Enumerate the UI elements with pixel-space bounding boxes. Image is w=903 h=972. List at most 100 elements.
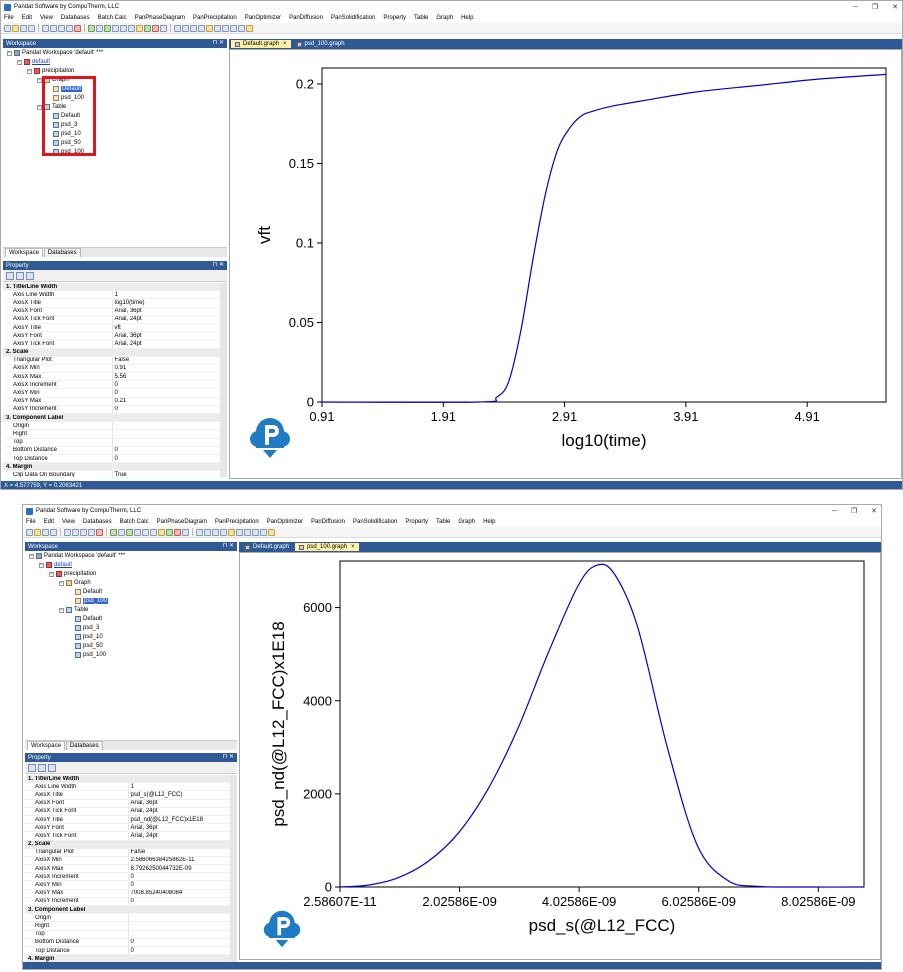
- property-pages-icon[interactable]: [48, 763, 56, 772]
- property-row[interactable]: AxisX Max 8.7926250044732E-09: [25, 865, 231, 874]
- menu-databases[interactable]: Databases: [61, 15, 90, 21]
- property-category[interactable]: 1. Title/Line Width: [3, 283, 220, 292]
- menu-pandiffusion[interactable]: PanDiffusion: [289, 15, 323, 21]
- text-icon[interactable]: [238, 24, 245, 32]
- pin-close-icon[interactable]: ⊓ ✕: [213, 261, 224, 268]
- save-icon[interactable]: [20, 24, 27, 32]
- tree-table-folder[interactable]: − Table: [59, 606, 88, 614]
- pointer-icon[interactable]: [214, 24, 221, 32]
- tool-icon[interactable]: [160, 24, 167, 32]
- property-row[interactable]: AxisY Font Arial, 36pt: [3, 332, 220, 341]
- pin-close-icon[interactable]: ⊓ ✕: [213, 39, 224, 46]
- pointer-icon[interactable]: [236, 528, 243, 536]
- highlight-icon[interactable]: [206, 24, 213, 32]
- property-value[interactable]: 8.7926250044732E-09: [127, 865, 231, 873]
- tree-table-psd100[interactable]: psd_100: [75, 651, 106, 659]
- property-value[interactable]: 2.58606638425862E-11: [127, 856, 231, 865]
- close-tab-icon[interactable]: ×: [351, 544, 355, 550]
- menu-file[interactable]: File: [26, 519, 36, 525]
- property-row[interactable]: Right: [3, 430, 220, 439]
- collapse-icon[interactable]: −: [39, 562, 44, 568]
- property-row[interactable]: AxisY Increment 0: [25, 897, 231, 906]
- legend-icon[interactable]: [190, 24, 197, 32]
- print-icon[interactable]: [42, 24, 49, 32]
- open-icon[interactable]: [34, 528, 41, 536]
- menu-panphasediagram[interactable]: PanPhaseDiagram: [157, 519, 207, 525]
- menu-panoptimizer[interactable]: PanOptimizer: [245, 15, 281, 21]
- pin-close-icon[interactable]: ⊓ ✕: [223, 542, 234, 549]
- collapse-icon[interactable]: −: [59, 607, 64, 613]
- property-row[interactable]: Axis Line Width 1: [3, 291, 220, 300]
- layout2-icon[interactable]: [150, 528, 157, 536]
- point-icon[interactable]: [166, 528, 173, 536]
- point-icon[interactable]: [144, 24, 151, 32]
- open-icon[interactable]: [12, 24, 19, 32]
- property-row[interactable]: AxisX Font Arial, 36pt: [3, 307, 221, 316]
- property-category[interactable]: 3. Component Label: [3, 414, 220, 423]
- highlight-icon[interactable]: [228, 528, 235, 536]
- tree-default[interactable]: − default: [39, 561, 72, 569]
- tab-databases[interactable]: Databases: [65, 741, 103, 750]
- paste-icon[interactable]: [66, 24, 73, 32]
- menu-table[interactable]: Table: [436, 519, 450, 525]
- new-icon[interactable]: [4, 24, 11, 32]
- property-value[interactable]: 0: [111, 381, 221, 389]
- close-tab-icon[interactable]: ×: [283, 41, 287, 47]
- paste-icon[interactable]: [88, 528, 95, 536]
- collapse-icon[interactable]: −: [17, 59, 22, 65]
- property-row[interactable]: AxisX Increment 0: [25, 873, 230, 882]
- menu-graph[interactable]: Graph: [436, 15, 453, 21]
- property-row[interactable]: Top: [3, 438, 220, 447]
- property-category[interactable]: 3. Component Label: [25, 906, 230, 915]
- menu-edit[interactable]: Edit: [22, 15, 32, 21]
- property-value[interactable]: 0.21: [111, 397, 221, 405]
- tree-graph-default[interactable]: Default: [75, 588, 102, 596]
- label-icon[interactable]: [198, 24, 205, 32]
- property-row[interactable]: AxisX Title log10(time): [3, 299, 221, 308]
- property-row[interactable]: AxisY Max 7008.85240408084: [25, 889, 230, 898]
- graph-icon[interactable]: [104, 24, 111, 32]
- property-value[interactable]: log10(time): [111, 299, 221, 307]
- property-row[interactable]: AxisX Font Arial, 36pt: [25, 799, 231, 808]
- menu-view[interactable]: View: [62, 519, 75, 525]
- property-value[interactable]: 0: [127, 946, 231, 955]
- frame-icon[interactable]: [230, 24, 237, 32]
- maximize-icon[interactable]: ❐: [851, 507, 857, 515]
- pin-close-icon[interactable]: ⊓ ✕: [223, 753, 234, 760]
- property-value[interactable]: False: [127, 848, 231, 856]
- doc-tab-psd100-graph[interactable]: psd_100.graph: [293, 40, 349, 48]
- minimize-icon[interactable]: ─: [853, 4, 858, 11]
- categorized-icon[interactable]: [6, 271, 14, 280]
- sort-az-icon[interactable]: [38, 763, 46, 772]
- property-value[interactable]: [127, 930, 231, 938]
- property-value[interactable]: Arial, 36pt: [127, 824, 231, 832]
- close-icon[interactable]: ✕: [871, 507, 877, 515]
- property-row[interactable]: Right: [25, 922, 231, 931]
- doc-tab-psd100-graph[interactable]: psd_100.graph ×: [295, 543, 359, 551]
- menu-panprecipitation[interactable]: PanPrecipitation: [193, 15, 237, 21]
- pencil-icon[interactable]: [268, 528, 275, 536]
- table-icon[interactable]: [96, 24, 103, 32]
- close-icon[interactable]: ✕: [892, 3, 898, 11]
- property-value[interactable]: [111, 422, 221, 430]
- stop-icon[interactable]: [174, 528, 181, 536]
- tree-default[interactable]: − default: [17, 58, 50, 66]
- property-value[interactable]: [127, 922, 231, 930]
- pencil-icon[interactable]: [246, 24, 253, 32]
- table-icon[interactable]: [118, 528, 125, 536]
- property-value[interactable]: 0: [127, 897, 231, 905]
- property-row[interactable]: Top: [25, 930, 231, 939]
- property-value[interactable]: Arial, 36pt: [111, 307, 221, 315]
- tree-table-default[interactable]: Default: [75, 615, 102, 623]
- graph-canvas[interactable]: 2.58607E-11 2.02586E-09 4.02586E-09 6.02586…: [239, 552, 881, 960]
- graph-canvas[interactable]: 0.91 1.91 2.91 3.91 4.91 0 0.05 0.1 0.15 0.2 log10…: [229, 49, 902, 479]
- menu-panoptimizer[interactable]: PanOptimizer: [267, 519, 303, 525]
- tree-table-psd10[interactable]: psd_10: [75, 633, 103, 641]
- graph-icon[interactable]: [126, 528, 133, 536]
- tree-table-psd3[interactable]: psd_3: [75, 624, 99, 632]
- property-row[interactable]: AxisY Font Arial, 36pt: [25, 824, 231, 833]
- warning-icon[interactable]: [158, 528, 165, 536]
- collapse-icon[interactable]: −: [49, 571, 54, 577]
- property-pages-icon[interactable]: [26, 271, 34, 280]
- property-value[interactable]: Arial, 36pt: [127, 799, 231, 807]
